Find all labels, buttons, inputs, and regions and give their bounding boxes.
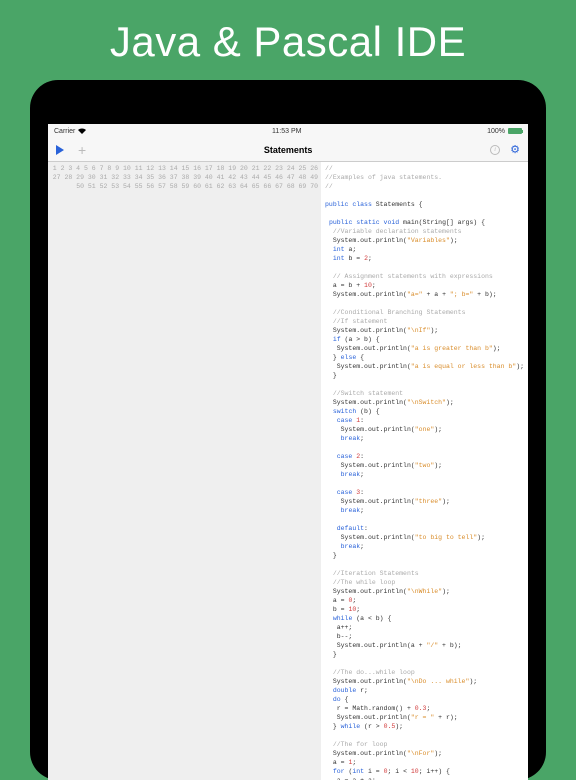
info-button[interactable]: i <box>490 145 500 155</box>
screen: Carrier 11:53 PM 100% + Statements i ⚙ 1… <box>48 124 528 780</box>
carrier-label: Carrier <box>54 128 75 135</box>
document-title: Statements <box>86 145 490 155</box>
toolbar: + Statements i ⚙ <box>48 138 528 162</box>
banner-title: Java & Pascal IDE <box>0 0 576 80</box>
clock: 11:53 PM <box>272 128 301 135</box>
battery-pct: 100% <box>487 128 505 135</box>
add-button[interactable]: + <box>78 142 86 158</box>
battery-icon <box>508 128 522 134</box>
code-editor[interactable]: 1 2 3 4 5 6 7 8 9 10 11 12 13 14 15 16 1… <box>48 162 528 780</box>
tablet-frame: Carrier 11:53 PM 100% + Statements i ⚙ 1… <box>30 80 546 780</box>
run-button[interactable] <box>56 145 64 155</box>
line-gutter: 1 2 3 4 5 6 7 8 9 10 11 12 13 14 15 16 1… <box>48 162 321 780</box>
settings-button[interactable]: ⚙ <box>510 143 520 156</box>
wifi-icon <box>78 128 86 134</box>
status-bar: Carrier 11:53 PM 100% <box>48 124 528 138</box>
code-area[interactable]: // //Examples of java statements. // pub… <box>321 162 528 780</box>
